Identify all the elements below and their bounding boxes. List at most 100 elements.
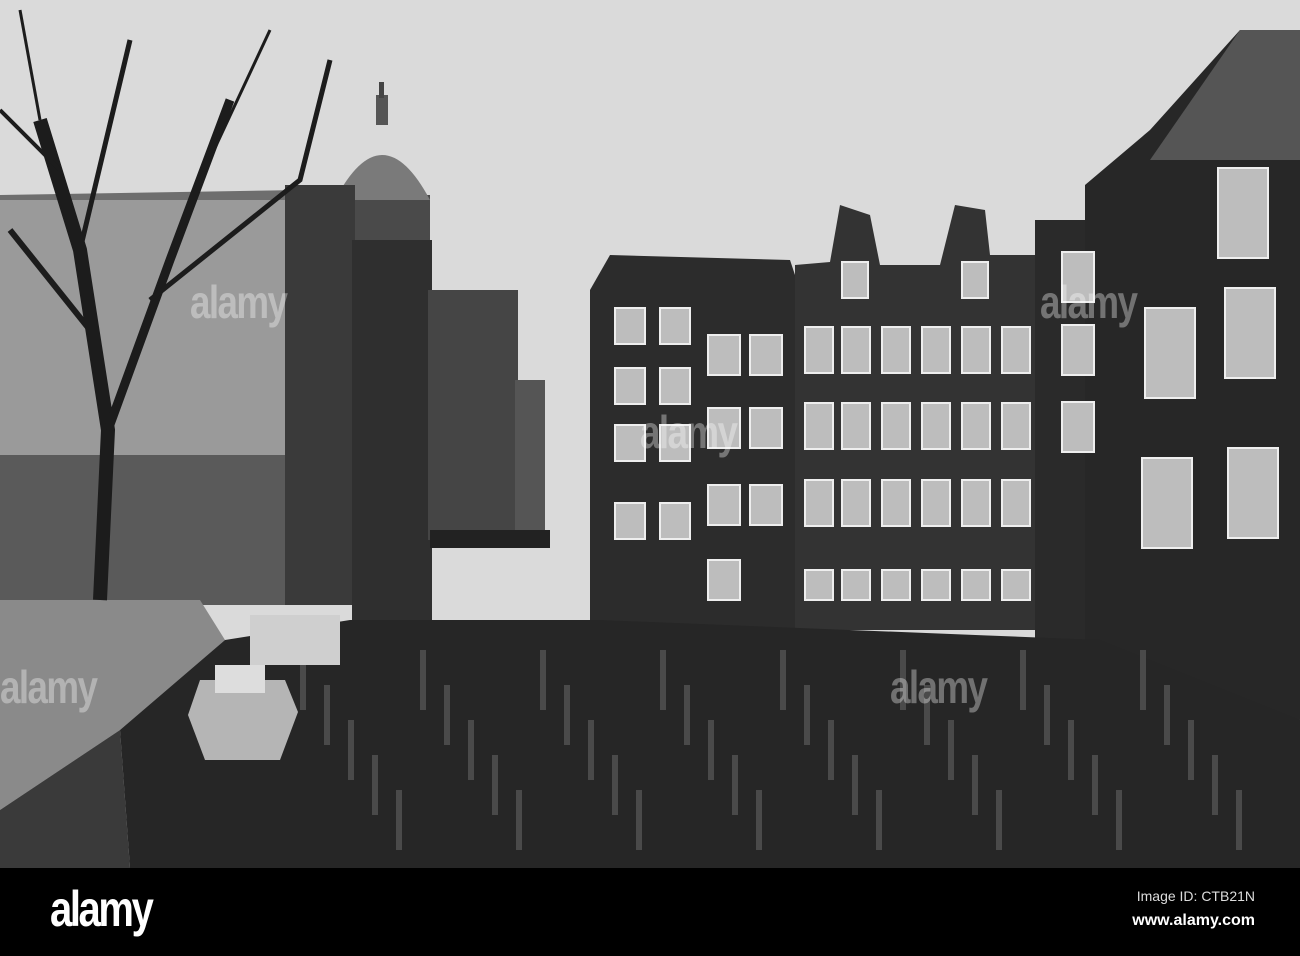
- water-reflection: [1140, 650, 1146, 710]
- window: [921, 326, 951, 374]
- window: [841, 261, 869, 299]
- water-reflection: [588, 720, 594, 780]
- water-reflection: [732, 755, 738, 815]
- window: [804, 569, 834, 601]
- window: [881, 402, 911, 450]
- window: [1001, 402, 1031, 450]
- watermark: alamy: [0, 661, 98, 713]
- stock-photo: alamy alamy alamy alamy alamy alamy Imag…: [0, 0, 1300, 956]
- window: [659, 502, 691, 540]
- water-reflection: [516, 790, 522, 850]
- water-reflection: [612, 755, 618, 815]
- water-reflection: [564, 685, 570, 745]
- window: [614, 502, 646, 540]
- alamy-logo: alamy: [50, 881, 154, 937]
- window: [881, 479, 911, 527]
- water-reflection: [780, 650, 786, 710]
- water-reflection: [468, 720, 474, 780]
- water-reflection: [636, 790, 642, 850]
- water-reflection: [1212, 755, 1218, 815]
- water-reflection: [420, 650, 426, 710]
- water-reflection: [396, 790, 402, 850]
- window: [961, 326, 991, 374]
- water-reflection: [1092, 755, 1098, 815]
- window: [749, 334, 783, 376]
- window: [1224, 287, 1276, 379]
- water-reflection: [1116, 790, 1122, 850]
- window: [921, 402, 951, 450]
- window: [961, 479, 991, 527]
- water-reflection: [492, 755, 498, 815]
- water-reflection: [828, 720, 834, 780]
- window: [1144, 307, 1196, 399]
- houseboat: [250, 615, 340, 665]
- window: [1001, 479, 1031, 527]
- window: [659, 307, 691, 345]
- window: [749, 484, 783, 526]
- window: [614, 367, 646, 405]
- water-reflection: [1044, 685, 1050, 745]
- water-reflection: [852, 755, 858, 815]
- window: [804, 326, 834, 374]
- window: [881, 326, 911, 374]
- window: [1217, 167, 1269, 259]
- canal-house: [352, 240, 432, 620]
- water-reflection: [1188, 720, 1194, 780]
- image-id: Image ID: CTB21N: [1136, 888, 1255, 904]
- water-reflection: [1236, 790, 1242, 850]
- water-reflection: [708, 720, 714, 780]
- water-reflection: [324, 685, 330, 745]
- water-reflection: [948, 720, 954, 780]
- window: [1001, 569, 1031, 601]
- watermark: alamy: [1040, 276, 1138, 328]
- window: [961, 569, 991, 601]
- water-reflection: [1068, 720, 1074, 780]
- window: [1141, 457, 1193, 549]
- window: [707, 484, 741, 526]
- water-reflection: [804, 685, 810, 745]
- window: [1061, 324, 1095, 376]
- footer-bar: alamy Image ID: CTB21N www.alamy.com: [0, 868, 1300, 956]
- watermark: alamy: [640, 406, 738, 458]
- window: [961, 402, 991, 450]
- water-reflection: [660, 650, 666, 710]
- window: [614, 307, 646, 345]
- window: [1001, 326, 1031, 374]
- window: [659, 367, 691, 405]
- water-reflection: [372, 755, 378, 815]
- bridge: [430, 530, 550, 548]
- window: [961, 261, 989, 299]
- cross: [379, 82, 384, 98]
- window: [841, 402, 871, 450]
- window: [881, 569, 911, 601]
- website-link[interactable]: www.alamy.com: [1132, 912, 1255, 930]
- window: [1061, 401, 1095, 453]
- water-reflection: [348, 720, 354, 780]
- water-reflection: [1164, 685, 1170, 745]
- water-reflection: [972, 755, 978, 815]
- window: [804, 402, 834, 450]
- window: [707, 334, 741, 376]
- window: [1227, 447, 1279, 539]
- water-reflection: [684, 685, 690, 745]
- window: [921, 479, 951, 527]
- window: [707, 559, 741, 601]
- water-reflection: [1020, 650, 1026, 710]
- canal-house: [285, 185, 355, 605]
- water-reflection: [996, 790, 1002, 850]
- window: [804, 479, 834, 527]
- canal-house: [515, 380, 545, 530]
- window: [841, 569, 871, 601]
- window: [841, 479, 871, 527]
- boat-cabin: [215, 665, 265, 693]
- window: [841, 326, 871, 374]
- window: [921, 569, 951, 601]
- watermark: alamy: [890, 661, 988, 713]
- water-reflection: [756, 790, 762, 850]
- water-reflection: [444, 685, 450, 745]
- canal-house: [428, 290, 518, 540]
- water-reflection: [876, 790, 882, 850]
- water-reflection: [540, 650, 546, 710]
- watermark: alamy: [190, 276, 288, 328]
- window: [749, 407, 783, 449]
